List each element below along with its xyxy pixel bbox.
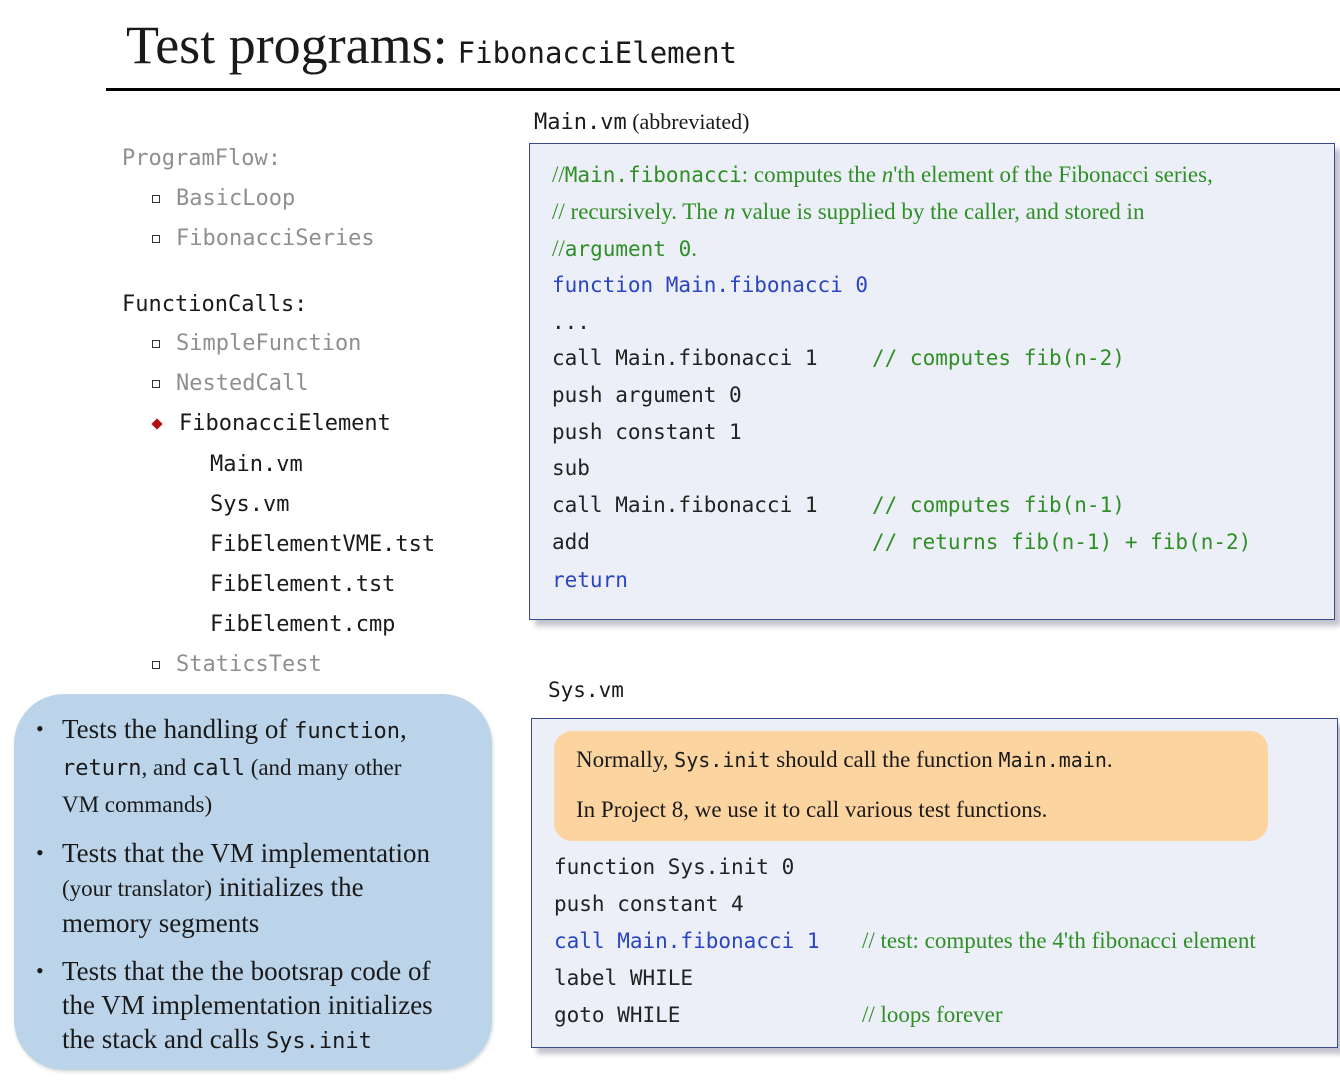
code-line: goto WHILE [554,1003,681,1027]
title-main: Test programs: [126,15,448,75]
tree-file-fibelement-cmp[interactable]: FibElement.cmp [210,612,395,637]
code-line: call Main.fibonacci 1 [552,346,818,370]
code-line: push constant 1 [552,420,742,444]
code-line: function Sys.init 0 [554,855,795,879]
sys-note-line: In Project 8, we use it to call various … [576,797,1048,822]
tree-item-nestedcall[interactable]: NestedCall [152,371,308,396]
sys-note-line: Normally, Sys.init should call the funct… [576,747,1113,772]
tree-item-simplefunction[interactable]: SimpleFunction [152,331,361,356]
code-comment-line: //argument 0. [552,236,697,261]
code-inline-comment: // test: computes the 4'th fibonacci ele… [862,928,1256,953]
square-bullet-icon [152,661,160,669]
code-line: ... [552,310,590,334]
square-bullet-icon [152,380,160,388]
note-item: Tests the handling of function, return, … [36,712,474,822]
tree-file-sys-vm[interactable]: Sys.vm [210,492,289,517]
diamond-bullet-icon [151,418,163,430]
sys-vm-code-panel: Normally, Sys.init should call the funct… [531,718,1338,1048]
tree-file-fibelement-tst[interactable]: FibElement.tst [210,572,395,597]
page-title: Test programs: FibonacciElement [126,14,737,76]
code-line: call Main.fibonacci 1 [552,493,818,517]
notes-callout: Tests the handling of function, return, … [14,694,492,1070]
code-line: push constant 4 [554,892,744,916]
tree-item-basicloop[interactable]: BasicLoop [152,186,295,211]
code-inline-comment: // computes fib(n-2) [872,346,1125,370]
code-line: function Main.fibonacci 0 [552,273,869,297]
code-line: push argument 0 [552,383,742,407]
square-bullet-icon [152,340,160,348]
sys-vm-label: Sys.vm [548,678,624,702]
tree-group-functioncalls: FunctionCalls: [122,292,308,317]
code-inline-comment: // returns fib(n-1) + fib(n-2) [872,530,1252,554]
code-line: call Main.fibonacci 1 [554,929,820,953]
note-item: Tests that the VM implementation (your t… [36,836,474,940]
tree-file-main-vm[interactable]: Main.vm [210,452,303,477]
square-bullet-icon [152,235,160,243]
main-vm-code-panel: //Main.fibonacci: computes the n'th elem… [529,143,1335,620]
tree-item-fibonaccielement[interactable]: FibonacciElement [151,411,391,436]
code-line: sub [552,456,590,480]
title-sub: FibonacciElement [457,36,738,70]
code-inline-comment: // loops forever [862,1002,1003,1027]
code-comment-line: // recursively. The n value is supplied … [552,199,1145,224]
note-item: Tests that the the bootsrap code of the … [36,954,474,1059]
code-line: return [552,568,628,592]
title-divider [106,88,1340,91]
tree-item-staticstest[interactable]: StaticsTest [152,652,322,677]
code-comment-line: //Main.fibonacci: computes the n'th elem… [552,162,1213,187]
code-inline-comment: // computes fib(n-1) [872,493,1125,517]
sys-note-callout: Normally, Sys.init should call the funct… [554,731,1268,841]
code-line: label WHILE [554,966,694,990]
tree-item-fibonacciseries[interactable]: FibonacciSeries [152,226,375,251]
tree-file-fibelementvme-tst[interactable]: FibElementVME.tst [210,532,435,557]
main-vm-label: Main.vm (abbreviated) [534,109,750,135]
code-line: add [552,530,590,554]
square-bullet-icon [152,195,160,203]
tree-group-programflow: ProgramFlow: [122,146,281,171]
